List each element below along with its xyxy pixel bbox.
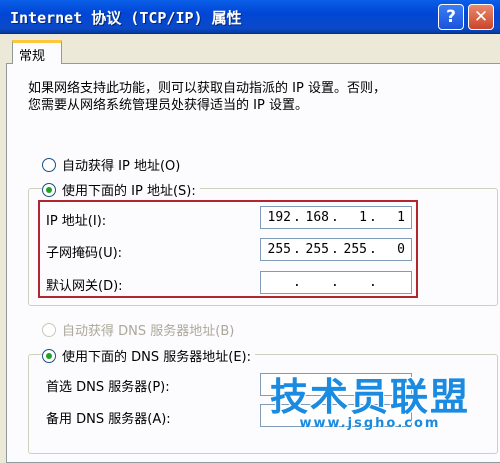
description-line-1: 如果网络支持此功能，则可以获取自动指派的 IP 设置。否则， — [28, 81, 386, 96]
window-title: Internet 协议 (TCP/IP) 属性 — [10, 9, 242, 27]
radio-indicator — [42, 157, 56, 172]
tab-label: 常规 — [19, 49, 46, 64]
ip-octet-1: 192 — [267, 210, 291, 225]
help-button[interactable]: ? — [438, 4, 464, 30]
tab-general[interactable]: 常规 — [12, 40, 62, 64]
auto-ip-label: 自动获得 IP 地址(O) — [62, 159, 181, 174]
ip-octet-3: 1 — [359, 210, 367, 225]
auto-dns-radio[interactable]: 自动获得 DNS 服务器地址(B) — [42, 320, 234, 339]
radio-indicator-disabled — [42, 322, 56, 337]
mask-octet-2: 255 — [305, 242, 329, 257]
ip-address-input[interactable]: 192. 168. 1. 1 — [260, 206, 412, 229]
manual-dns-radio[interactable]: 使用下面的 DNS 服务器地址(E): — [42, 346, 255, 365]
mask-octet-3: 255 — [343, 242, 367, 257]
close-icon: ✕ — [473, 7, 489, 27]
close-button[interactable]: ✕ — [468, 4, 494, 30]
subnet-mask-input[interactable]: 255. 255. 255. 0 — [260, 238, 412, 261]
mask-octet-1: 255 — [267, 242, 291, 257]
ip-address-label: IP 地址(I): — [46, 214, 107, 229]
ip-octet-2: 168 — [305, 210, 329, 225]
title-bar[interactable]: Internet 协议 (TCP/IP) 属性 ? ✕ — [0, 0, 500, 34]
ip-octet-4: 1 — [397, 210, 405, 225]
manual-ip-radio[interactable]: 使用下面的 IP 地址(S): — [42, 180, 200, 199]
gateway-input[interactable]: . . . — [260, 271, 412, 294]
description-line-2: 您需要从网络系统管理员处获得适当的 IP 设置。 — [28, 98, 308, 113]
watermark-logo: 技术员联盟 www.jsgho.com — [270, 376, 470, 431]
manual-dns-label: 使用下面的 DNS 服务器地址(E): — [62, 350, 251, 365]
mask-octet-4: 0 — [397, 242, 405, 257]
radio-indicator-checked — [42, 182, 56, 197]
subnet-mask-label: 子网掩码(U): — [46, 246, 123, 261]
manual-ip-label: 使用下面的 IP 地址(S): — [62, 184, 196, 199]
help-icon: ? — [446, 7, 456, 27]
watermark-text: 技术员联盟 — [270, 375, 471, 419]
description-text: 如果网络支持此功能，则可以获取自动指派的 IP 设置。否则， 您需要从网络系统管… — [28, 80, 478, 114]
auto-dns-label: 自动获得 DNS 服务器地址(B) — [62, 324, 235, 339]
gateway-label: 默认网关(D): — [46, 279, 123, 294]
watermark-url: www.jsgho.com — [299, 416, 441, 431]
auto-ip-radio[interactable]: 自动获得 IP 地址(O) — [42, 155, 180, 174]
preferred-dns-label: 首选 DNS 服务器(P): — [46, 380, 170, 395]
alternate-dns-label: 备用 DNS 服务器(A): — [46, 412, 171, 427]
radio-indicator-checked — [42, 348, 56, 363]
